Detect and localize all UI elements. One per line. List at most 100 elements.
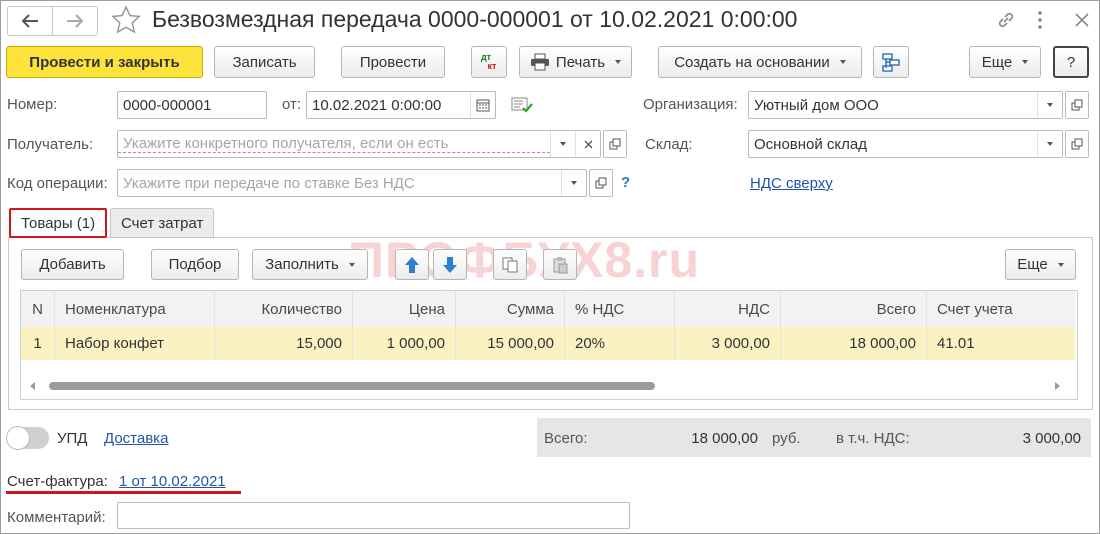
- print-button[interactable]: Печать: [519, 46, 632, 78]
- cell-n: 1: [21, 327, 55, 360]
- comment-label: Комментарий:: [7, 509, 106, 526]
- comment-field[interactable]: [117, 502, 630, 529]
- back-button[interactable]: [7, 6, 53, 36]
- operation-code-field[interactable]: Укажите при передаче по ставке Без НДС: [117, 169, 587, 197]
- vat-on-top-link[interactable]: НДС сверху: [750, 175, 833, 192]
- organization-open-button[interactable]: [1065, 91, 1089, 119]
- warehouse-field[interactable]: Основной склад: [748, 130, 1063, 158]
- chevron-down-icon[interactable]: [1037, 92, 1062, 118]
- horizontal-scrollbar[interactable]: [30, 380, 1066, 392]
- favorite-star-icon[interactable]: [111, 5, 141, 35]
- post-button[interactable]: Провести: [341, 46, 445, 78]
- dt-kt-button[interactable]: дт кт: [471, 46, 507, 78]
- move-down-button[interactable]: [433, 249, 467, 280]
- save-button[interactable]: Записать: [214, 46, 315, 78]
- more-label: Еще: [981, 53, 1013, 71]
- tab-goods-label: Товары (1): [21, 214, 96, 232]
- operation-code-placeholder: Укажите при передаче по ставке Без НДС: [123, 174, 415, 192]
- invoice-label: Счет-фактура:: [7, 473, 108, 490]
- operation-code-label: Код операции:: [7, 175, 108, 192]
- structure-button[interactable]: [873, 46, 909, 78]
- posted-status-icon: [511, 97, 533, 113]
- chevron-down-icon: [1057, 262, 1064, 267]
- upd-toggle[interactable]: [6, 426, 49, 450]
- operation-code-help-icon[interactable]: ?: [621, 174, 630, 191]
- calendar-icon[interactable]: [470, 92, 495, 118]
- organization-field[interactable]: Уютный дом ООО: [748, 91, 1063, 119]
- invoice-link[interactable]: 1 от 10.02.2021: [119, 473, 226, 490]
- column-header-quantity[interactable]: Количество: [215, 291, 353, 327]
- column-header-price[interactable]: Цена: [353, 291, 456, 327]
- chevron-down-icon[interactable]: [1037, 131, 1062, 157]
- paste-button[interactable]: [543, 249, 577, 280]
- arrow-right-icon: [67, 14, 84, 28]
- move-up-button[interactable]: [395, 249, 429, 280]
- cell-vat: 3 000,00: [675, 327, 781, 360]
- recipient-field[interactable]: Укажите конкретного получателя, если он …: [117, 130, 601, 158]
- warehouse-label: Склад:: [645, 136, 693, 153]
- column-header-vat-rate[interactable]: % НДС: [565, 291, 675, 327]
- chevron-down-icon: [615, 60, 622, 64]
- structure-icon: [882, 53, 900, 72]
- chevron-down-icon: [839, 60, 846, 64]
- select-button[interactable]: Подбор: [151, 249, 239, 280]
- scroll-thumb[interactable]: [49, 382, 655, 390]
- fill-button[interactable]: Заполнить: [252, 249, 368, 280]
- add-button[interactable]: Добавить: [21, 249, 124, 280]
- post-and-close-button[interactable]: Провести и закрыть: [6, 46, 203, 78]
- scroll-right-icon[interactable]: [1055, 382, 1060, 390]
- table-more-label: Еще: [1017, 256, 1048, 273]
- table-more-button[interactable]: Еще: [1005, 249, 1076, 280]
- warehouse-open-button[interactable]: [1065, 130, 1089, 158]
- chevron-down-icon[interactable]: [561, 170, 586, 196]
- column-header-item[interactable]: Номенклатура: [55, 291, 215, 327]
- fill-label: Заполнить: [265, 256, 339, 273]
- clear-icon[interactable]: [575, 131, 600, 157]
- number-field[interactable]: 0000-000001: [117, 91, 267, 119]
- cell-sum: 15 000,00: [456, 327, 565, 360]
- operation-code-open-button[interactable]: [589, 169, 613, 197]
- paste-icon: [553, 256, 568, 273]
- create-based-on-button[interactable]: Создать на основании: [658, 46, 862, 78]
- forward-button[interactable]: [52, 6, 98, 36]
- link-icon[interactable]: [995, 9, 1017, 31]
- column-header-sum[interactable]: Сумма: [456, 291, 565, 327]
- cell-vat-rate: 20%: [565, 327, 675, 360]
- date-field[interactable]: 10.02.2021 0:00:00: [306, 91, 496, 119]
- column-header-vat[interactable]: НДС: [675, 291, 781, 327]
- cell-account: 41.01: [937, 335, 975, 352]
- table-row[interactable]: 1 Набор конфет 15,000 1 000,00 15 000,00…: [21, 327, 1075, 360]
- vat-total-value: 3 000,00: [1022, 430, 1081, 447]
- tab-cost-account[interactable]: Счет затрат: [110, 208, 215, 238]
- cell-price: 1 000,00: [353, 327, 456, 360]
- column-header-total[interactable]: Всего: [781, 291, 927, 327]
- delivery-link[interactable]: Доставка: [104, 430, 168, 447]
- open-window-icon: [1071, 99, 1083, 111]
- cell-item: Набор конфет: [55, 327, 215, 360]
- tab-goods[interactable]: Товары (1): [9, 208, 108, 238]
- recipient-open-button[interactable]: [603, 130, 627, 158]
- table-header: N Номенклатура Количество Цена Сумма % Н…: [21, 291, 1075, 328]
- printer-icon: [530, 53, 549, 71]
- kt-label: кт: [487, 61, 497, 71]
- from-label: от:: [282, 96, 302, 113]
- scroll-left-icon[interactable]: [30, 382, 35, 390]
- open-window-icon: [609, 138, 621, 150]
- help-button[interactable]: ?: [1053, 46, 1089, 78]
- upd-label: УПД: [57, 430, 88, 447]
- organization-value: Уютный дом ООО: [754, 96, 879, 114]
- column-header-n[interactable]: N: [21, 291, 55, 327]
- chevron-down-icon[interactable]: [550, 131, 575, 157]
- chevron-down-icon: [348, 262, 355, 267]
- number-label: Номер:: [7, 96, 58, 113]
- warehouse-value: Основной склад: [754, 135, 868, 153]
- copy-button[interactable]: [493, 249, 527, 280]
- chevron-down-icon: [1022, 60, 1029, 64]
- arrow-down-icon: [443, 256, 457, 273]
- more-button[interactable]: Еще: [969, 46, 1041, 78]
- column-header-account[interactable]: Счет учета: [927, 291, 1075, 327]
- close-icon[interactable]: [1074, 12, 1090, 28]
- number-value: 0000-000001: [123, 96, 212, 114]
- currency-label: руб.: [772, 430, 801, 447]
- more-vertical-icon[interactable]: [1034, 8, 1046, 32]
